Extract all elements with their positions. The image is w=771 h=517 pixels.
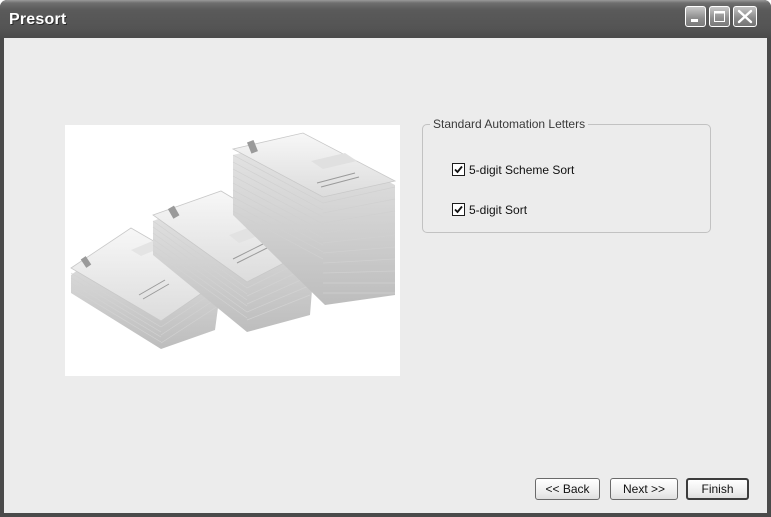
minimize-icon [691,19,698,22]
envelopes-image [65,125,400,376]
presort-window: Presort Standard Automation Letters 5-di… [0,0,771,517]
finish-button[interactable]: Finish [686,478,749,500]
title-bar[interactable]: Presort [0,0,771,38]
scheme-sort-checkbox[interactable] [452,163,465,176]
maximize-icon [714,11,725,22]
five-digit-sort-label[interactable]: 5-digit Sort [469,203,527,217]
scheme-sort-label[interactable]: 5-digit Scheme Sort [469,163,574,177]
five-digit-sort-option[interactable]: 5-digit Sort [452,202,527,217]
five-digit-sort-checkbox[interactable] [452,203,465,216]
standard-automation-letters-group: Standard Automation Letters 5-digit Sche… [422,117,711,233]
scheme-sort-option[interactable]: 5-digit Scheme Sort [452,162,574,177]
checkmark-icon [454,165,463,174]
close-icon [737,9,753,24]
next-button[interactable]: Next >> [610,478,678,500]
maximize-button[interactable] [709,6,730,27]
group-legend: Standard Automation Letters [430,117,589,131]
envelope-stacks-picture [70,132,397,349]
close-button[interactable] [733,6,757,27]
window-title: Presort [9,11,67,28]
minimize-button[interactable] [685,6,706,27]
back-button[interactable]: << Back [535,478,600,500]
checkmark-icon [454,205,463,214]
client-area: Standard Automation Letters 5-digit Sche… [4,38,767,513]
